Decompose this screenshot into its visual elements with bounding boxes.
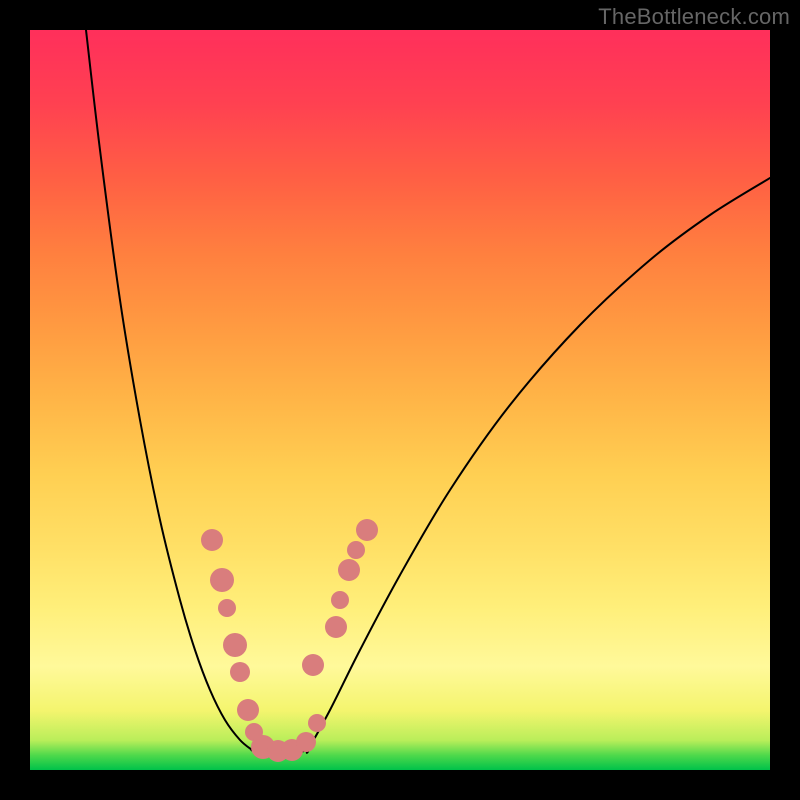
plot-area: [30, 30, 770, 770]
marker-dot: [302, 654, 324, 676]
marker-dot: [325, 616, 347, 638]
marker-dot: [356, 519, 378, 541]
marker-dot: [223, 633, 247, 657]
chart-svg: [30, 30, 770, 770]
curve-path: [86, 30, 770, 754]
marker-dot: [338, 559, 360, 581]
marker-dot: [296, 732, 316, 752]
marker-dot: [201, 529, 223, 551]
marker-dot: [237, 699, 259, 721]
bottleneck-curve: [86, 30, 770, 754]
marker-dot: [210, 568, 234, 592]
marker-dot: [230, 662, 250, 682]
watermark-text: TheBottleneck.com: [598, 4, 790, 30]
marker-dot: [218, 599, 236, 617]
chart-container: TheBottleneck.com: [0, 0, 800, 800]
marker-dot: [308, 714, 326, 732]
marker-dot: [331, 591, 349, 609]
marker-dot: [347, 541, 365, 559]
